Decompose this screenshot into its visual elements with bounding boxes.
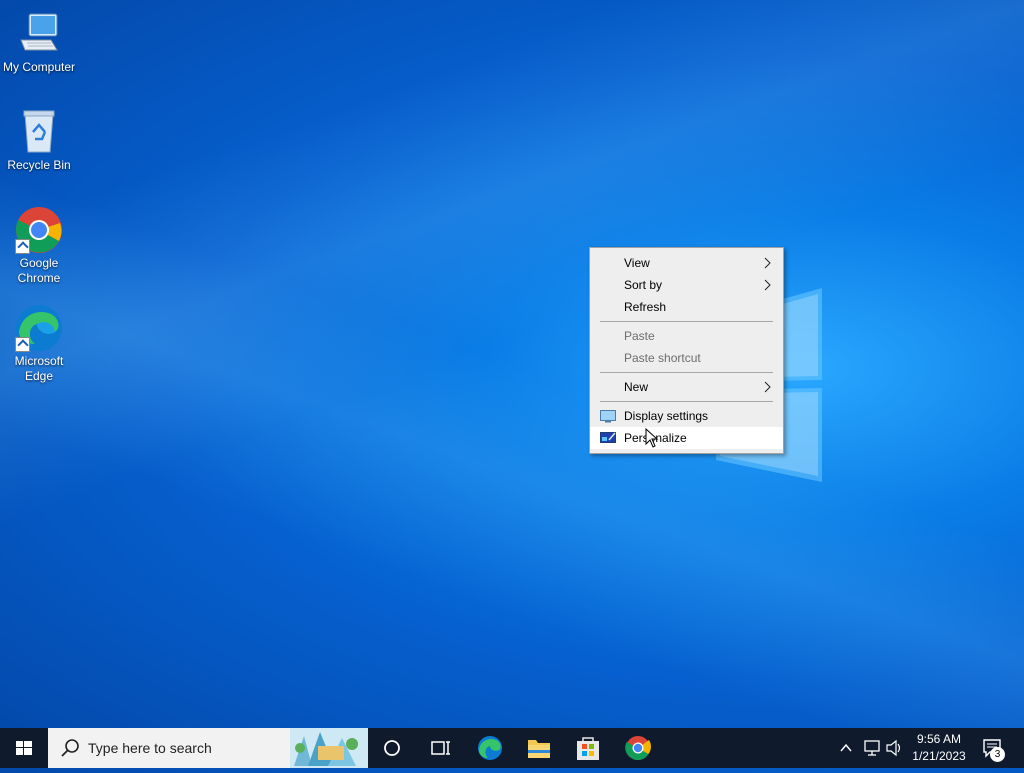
taskbar-chrome-button[interactable] xyxy=(614,728,662,768)
edge-icon xyxy=(478,736,502,760)
desktop-icon-my-computer[interactable]: My Computer xyxy=(0,10,78,75)
desktop-icon-google-chrome[interactable]: Google Chrome xyxy=(0,206,78,286)
menu-item-personalize[interactable]: Personalize xyxy=(590,427,783,449)
chrome-icon xyxy=(625,736,651,761)
task-view-button[interactable] xyxy=(416,728,464,768)
display-icon xyxy=(600,410,616,423)
start-button[interactable] xyxy=(0,728,48,768)
action-center-button[interactable]: 3 xyxy=(976,728,1024,768)
clock-date: 1/21/2023 xyxy=(912,749,966,763)
chevron-up-icon[interactable] xyxy=(838,728,854,768)
network-icon[interactable] xyxy=(862,728,882,768)
menu-item-view[interactable]: View xyxy=(590,252,783,274)
cortana-button[interactable] xyxy=(368,728,416,768)
task-view-icon xyxy=(431,741,450,755)
menu-item-new[interactable]: New xyxy=(590,376,783,398)
menu-item-paste-shortcut[interactable]: Paste shortcut xyxy=(590,347,783,369)
menu-separator xyxy=(600,401,773,402)
wallpaper-light-beam-lower xyxy=(0,0,1024,768)
personalize-icon xyxy=(600,432,616,443)
taskbar-file-explorer-button[interactable] xyxy=(515,728,563,768)
chevron-right-icon xyxy=(764,279,771,291)
notification-badge: 3 xyxy=(990,747,1005,762)
desktop-icon-label: Microsoft Edge xyxy=(14,354,64,383)
store-icon xyxy=(577,737,599,760)
clock-time: 9:56 AM xyxy=(916,732,962,746)
desktop-icon-recycle-bin[interactable]: Recycle Bin xyxy=(0,108,78,173)
taskbar-store-button[interactable] xyxy=(564,728,612,768)
desktop-context-menu: View Sort by Refresh Paste Paste shortcu… xyxy=(589,247,784,454)
chrome-icon xyxy=(15,206,63,254)
search-placeholder: Type here to search xyxy=(88,740,212,756)
volume-icon[interactable] xyxy=(884,728,904,768)
file-explorer-icon xyxy=(528,740,550,758)
menu-separator xyxy=(600,321,773,322)
menu-item-display-settings[interactable]: Display settings xyxy=(590,405,783,427)
menu-item-refresh[interactable]: Refresh xyxy=(590,296,783,318)
shortcut-arrow-icon xyxy=(15,239,30,254)
cortana-icon xyxy=(384,740,400,756)
recycle-bin-icon xyxy=(15,108,63,156)
desktop-icon-label: My Computer xyxy=(2,60,76,74)
mouse-cursor-icon xyxy=(645,428,659,448)
windows-start-icon xyxy=(16,741,32,755)
desktop-icon-label: Recycle Bin xyxy=(7,158,71,172)
computer-icon xyxy=(15,10,63,58)
desktop-icon-microsoft-edge[interactable]: Microsoft Edge xyxy=(0,304,78,384)
search-highlight-illustration-icon xyxy=(290,728,368,768)
taskbar: Type here to search 9:56 AM 1/21/2023 3 xyxy=(0,728,1024,768)
desktop-icon-label: Google Chrome xyxy=(17,256,61,285)
edge-icon xyxy=(15,304,63,352)
search-icon xyxy=(61,739,79,757)
menu-item-sort-by[interactable]: Sort by xyxy=(590,274,783,296)
taskbar-clock[interactable]: 9:56 AM 1/21/2023 xyxy=(904,731,974,765)
chevron-right-icon xyxy=(764,381,771,393)
shortcut-arrow-icon xyxy=(15,337,30,352)
chevron-right-icon xyxy=(764,257,771,269)
taskbar-search-box[interactable]: Type here to search xyxy=(48,728,368,768)
menu-separator xyxy=(600,372,773,373)
menu-item-paste[interactable]: Paste xyxy=(590,325,783,347)
taskbar-edge-button[interactable] xyxy=(466,728,514,768)
wallpaper-light-beam xyxy=(0,0,1024,768)
